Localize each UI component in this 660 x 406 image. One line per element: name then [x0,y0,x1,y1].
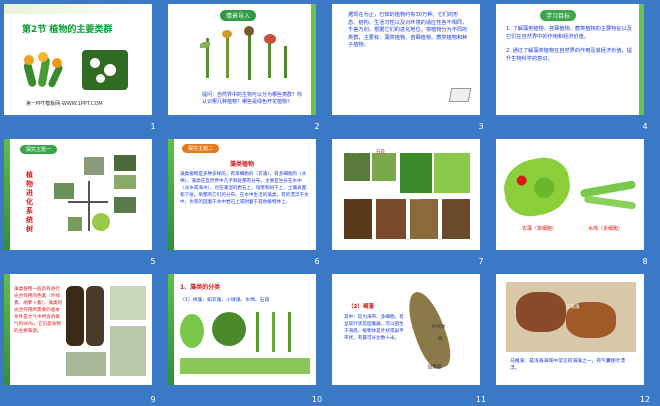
slide-thumbnail-4[interactable]: 学习目标 1. 了解藻类植物、苔藓植物、蕨类植物的主要特征以及它们在自然界中的作… [496,4,644,115]
slide-number: 3 [478,122,484,131]
badge: 学习目标 [540,10,577,21]
slide-thumbnail-10[interactable]: 1、藻类的分类 （1）绿藻：如衣藻、小球藻、水绵、石莼 [168,274,316,385]
slide-thumbnail-2[interactable]: 情景导入 提问：自然界中的生物可以分为哪些类群？你认识哪几种植物？哪些是绿色开花… [168,4,316,115]
section-heading: 藻类植物 [230,161,255,168]
slide-title: 第2节 植物的主要类群 [22,25,113,35]
section-subhead: （1）绿藻：如衣藻、小球藻、水绵、石莼 [180,298,270,303]
section-heading: 1、藻类的分类 [180,284,221,291]
kelp-text: 其中：较为海带、多细胞，有呈软叶状及固着器，可以固生于海底，植物体是叶状或扁平带… [344,315,404,341]
label-sargassum: 马尾藻 [566,305,580,310]
label-kelp: 海带 [348,196,357,201]
label-ulva: 石莼 [376,150,385,155]
slide-number: 4 [642,122,648,131]
body-text: 藻类植物是多种多样的，有单细胞的（衣藻），有多细胞的（水绵），藻类在自然界中几乎… [180,172,309,205]
side-bar [168,139,174,250]
tree-diagram [48,151,143,245]
label-holdfast: 固着器 [428,365,442,370]
side-bar [168,274,174,385]
slide-number: 1 [150,122,156,131]
label-stipe: 柄 [438,337,443,342]
label-thallus: 叶状体 [432,325,446,330]
slide-thumbnail-9[interactable]: 藻类植物一般具有进行光合作用的色素（叶绿素、胡萝卜素），藻类的光合作用所需要的基… [4,274,152,385]
plants-illustration [200,26,294,86]
vertical-title: 植物进化系统树 [26,171,33,233]
slide-number: 7 [478,257,484,266]
sargassum-photo [506,282,636,352]
label-laver: 紫菜 [412,196,421,201]
chlamydomonas-illustration [499,153,575,221]
slide-number: 5 [150,257,156,266]
slide-number: 6 [314,257,320,266]
goal-1: 1. 了解藻类植物、苔藓植物、蕨类植物的主要特征以及它们在自然界中的作用和经济价… [506,26,632,40]
label-spirogyra: 水绵 [442,196,451,201]
label-chlamydomonas: 衣藻 [350,150,359,155]
slide-thumbnail-7[interactable]: 衣藻 石莼 海带 紫菜 水绵 [332,139,480,250]
caption-spirogyra: 水绵（多细胞） [588,226,624,232]
footer-text: 第一PPT模板网-WWW.1PPT.COM [26,101,103,107]
caption-chlamydomonas: 衣藻（单细胞） [522,226,558,232]
algae-text: 藻类植物一般具有进行光合作用的色素（叶绿素、胡萝卜素），藻类的光合作用所需要的基… [14,287,63,334]
side-bar [4,139,10,250]
flower-image [22,52,67,92]
kelp-diagram [401,287,457,373]
slide-thumbnail-3[interactable]: 据现在为止，已知的植物约有30万种。它们的形态、结构、生活习性以及对环境的适应性… [332,4,480,115]
header-band [4,4,152,14]
slide-number: 11 [475,395,487,404]
side-bar [311,4,316,115]
blossom-image [82,50,128,90]
algae-photo-grid [344,147,472,243]
section-heading: （2）褐藻 [348,304,374,310]
spirogyra-illustration [579,179,638,210]
sargassum-text: 马尾藻：是浅海海域中常见的海藻之一，有气囊使叶漂浮。 [510,359,626,371]
slide-thumbnail-11[interactable]: （2）褐藻 其中：较为海带、多细胞，有呈软叶状及固着器，可以固生于海底，植物体是… [332,274,480,385]
badge: 情景导入 [220,10,257,21]
slide-thumbnail-12[interactable]: 马尾藻 马尾藻：是浅海海域中常见的海藻之一，有气囊使叶漂浮。 [496,274,644,385]
slide-thumbnail-5[interactable]: 探究主题一 植物进化系统树 [4,139,152,250]
intro-text: 据现在为止，已知的植物约有30万种。它们的形态、结构、生活习性以及对环境的适应性… [348,12,468,48]
goal-2: 2. 通过了解藻类植物在自然界的作用及其经济价值，提升生物科学的意识。 [506,48,632,62]
book-icon [448,88,472,102]
badge: 探究主题二 [182,144,220,153]
algae-photos [66,282,148,380]
side-bar [4,274,10,385]
slide-number: 10 [311,395,323,404]
slide-thumbnail-1[interactable]: 第2节 植物的主要类群 第一PPT模板网-WWW.1PPT.COM [4,4,152,115]
green-algae-photos [180,308,310,378]
side-bar [639,4,644,115]
slide-number: 2 [314,122,320,131]
slide-number: 8 [642,257,648,266]
question-text: 提问：自然界中的生物可以分为哪些类群？你认识哪几种植物？哪些是绿色开花植物？ [202,92,303,105]
slide-grid: 第2节 植物的主要类群 第一PPT模板网-WWW.1PPT.COM 1 情景导入 [0,0,660,406]
slide-thumbnail-6[interactable]: 探究主题二 藻类植物 藻类植物是多种多样的，有单细胞的（衣藻），有多细胞的（水绵… [168,139,316,250]
slide-number: 12 [639,395,651,404]
slide-thumbnail-8[interactable]: 衣藻（单细胞） 水绵（多细胞） [496,139,644,250]
slide-number: 9 [150,395,156,404]
